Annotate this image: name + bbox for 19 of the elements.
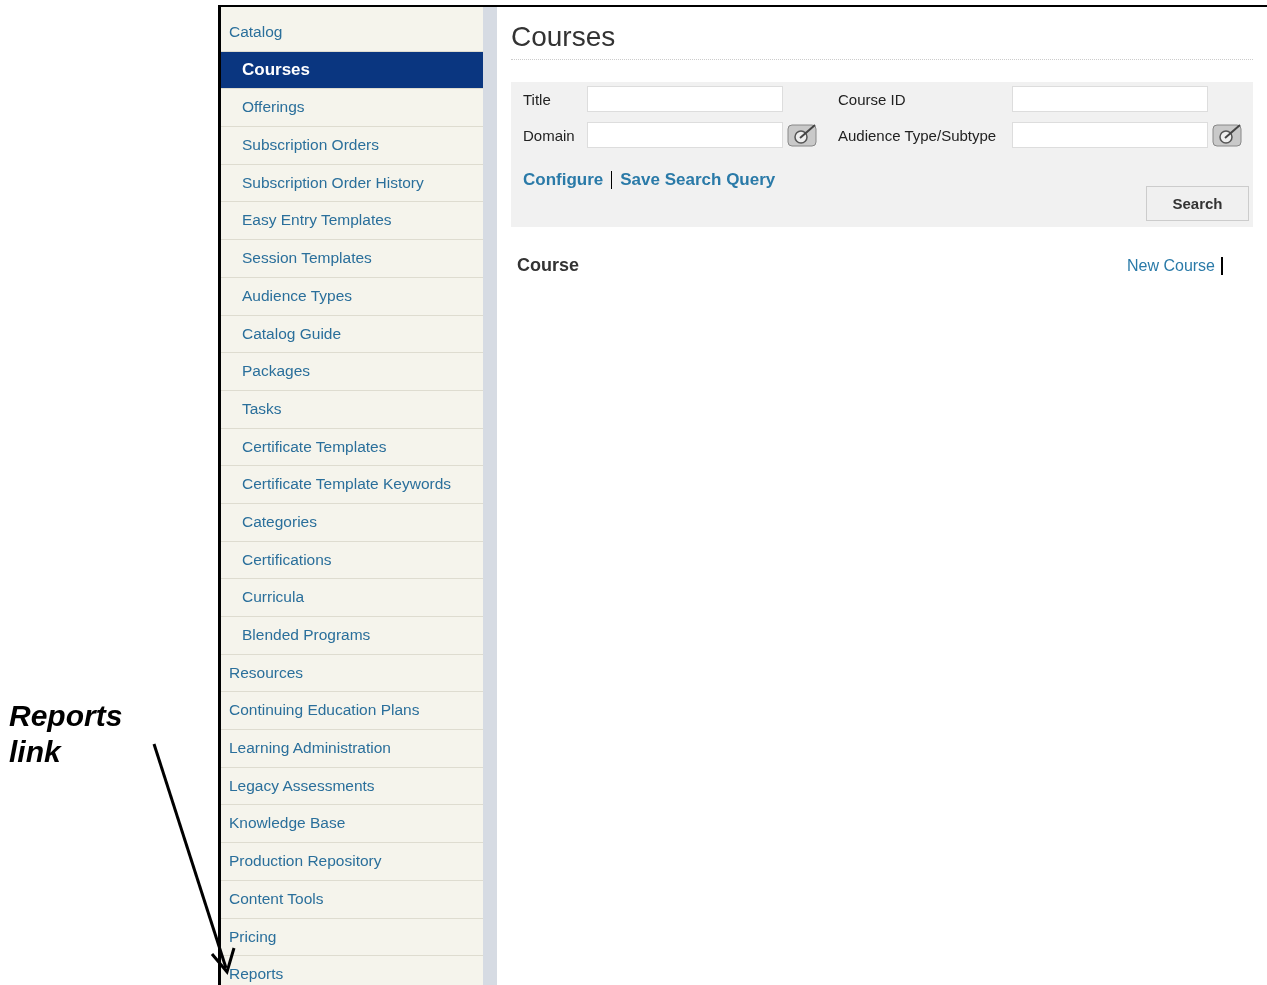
input-field[interactable] [587, 86, 783, 112]
field-label: Title [523, 90, 552, 108]
form-link[interactable]: Configure [523, 170, 604, 190]
input-field[interactable] [1012, 86, 1208, 112]
sidebar-item[interactable]: Courses [221, 51, 483, 90]
new-course-link[interactable]: New Course [1126, 256, 1215, 275]
page-title: Courses [511, 21, 1253, 60]
field-label: Course ID [838, 90, 907, 108]
picker-icon[interactable] [1212, 123, 1242, 147]
form-link[interactable]: Save Search Query [620, 170, 776, 190]
panel-splitter[interactable] [483, 7, 497, 985]
annotation-label: Reports link [9, 698, 124, 770]
picker-icon[interactable] [787, 123, 817, 147]
search-button[interactable]: Search [1146, 186, 1249, 221]
input-field[interactable] [587, 122, 783, 148]
input-field[interactable] [1012, 122, 1208, 148]
results-heading: Course [517, 255, 579, 276]
field-label: Audience Type/Subtype [838, 126, 998, 144]
field-label: Domain [523, 126, 576, 144]
